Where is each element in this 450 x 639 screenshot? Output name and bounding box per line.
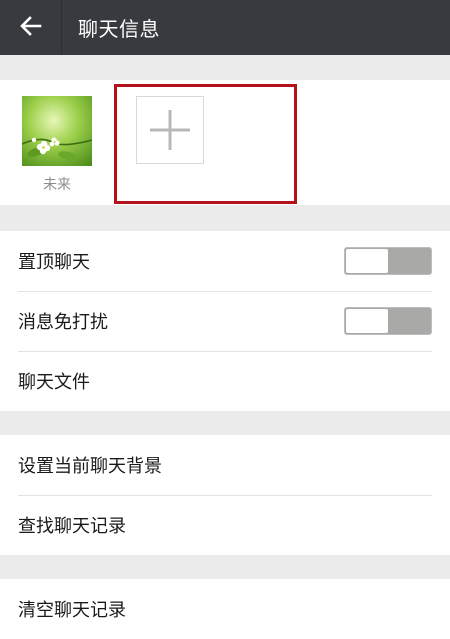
member-panel: 未来 (0, 80, 450, 205)
mute-row[interactable]: 消息免打扰 (0, 291, 450, 351)
settings-group-display: 设置当前聊天背景 查找聊天记录 (0, 435, 450, 555)
pin-chat-row[interactable]: 置顶聊天 (0, 231, 450, 291)
mute-toggle[interactable] (344, 307, 432, 335)
search-history-row[interactable]: 查找聊天记录 (0, 495, 450, 555)
chat-files-row[interactable]: 聊天文件 (0, 351, 450, 411)
settings-group-chat: 置顶聊天 消息免打扰 聊天文件 (0, 231, 450, 411)
page-title: 聊天信息 (78, 17, 160, 41)
toggle-knob (346, 249, 388, 273)
mute-label: 消息免打扰 (18, 312, 108, 333)
pin-chat-toggle[interactable] (344, 247, 432, 275)
settings-group-clear: 清空聊天记录 (0, 579, 450, 639)
pin-chat-label: 置顶聊天 (18, 252, 90, 273)
chat-background-row[interactable]: 设置当前聊天背景 (0, 435, 450, 495)
plus-icon (137, 97, 203, 163)
flower-avatar (22, 96, 92, 166)
chat-files-label: 聊天文件 (18, 372, 90, 393)
member-name: 未来 (43, 177, 71, 193)
arrow-left-icon (19, 14, 43, 42)
chat-background-label: 设置当前聊天背景 (18, 456, 162, 477)
clear-history-label: 清空聊天记录 (18, 600, 126, 621)
add-member-button[interactable] (136, 96, 204, 164)
clear-history-row[interactable]: 清空聊天记录 (0, 579, 450, 639)
back-button[interactable] (0, 0, 62, 55)
search-history-label: 查找聊天记录 (18, 516, 126, 537)
title-bar: 聊天信息 (0, 0, 450, 55)
member-item[interactable]: 未来 (22, 96, 92, 194)
toggle-knob (346, 309, 388, 333)
